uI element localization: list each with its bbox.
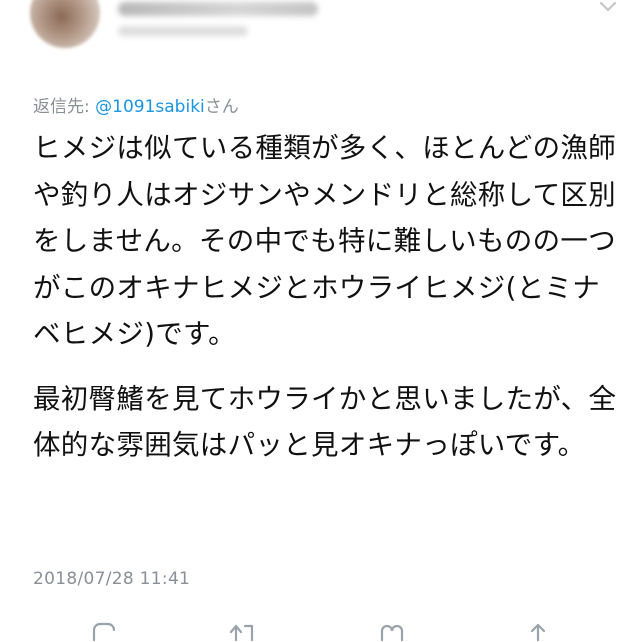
- tweet-timestamp[interactable]: 2018/07/28 11:41: [33, 569, 190, 589]
- chevron-down-icon[interactable]: [598, 0, 618, 18]
- tweet-header: [0, 0, 640, 66]
- tweet-paragraph: ヒメジは似ている種類が多く、ほとんどの漁師や釣り人はオジサンやメンドリと総称して…: [33, 132, 616, 350]
- reply-to-line: 返信先: @1091sabikiさん: [33, 92, 239, 117]
- heart-icon[interactable]: [378, 622, 408, 642]
- reply-to-suffix: さん: [204, 97, 239, 117]
- tweet-text: ヒメジは似ている種類が多く、ほとんどの漁師や釣り人はオジサンやメンドリと総称して…: [33, 125, 623, 469]
- username-blurred: [118, 26, 248, 36]
- display-name-blurred[interactable]: [118, 2, 318, 16]
- reply-to-label: 返信先:: [33, 97, 96, 117]
- reply-to-mention[interactable]: @1091sabiki: [95, 97, 205, 117]
- retweet-icon[interactable]: [228, 622, 258, 642]
- tweet-paragraph: 最初臀鰭を見てホウライかと思いましたが、全体的な雰囲気はパッと見オキナっぽいです…: [33, 382, 617, 462]
- action-bar: [0, 622, 640, 642]
- avatar[interactable]: [30, 0, 100, 48]
- share-icon[interactable]: [523, 622, 553, 642]
- reply-icon[interactable]: [88, 622, 118, 642]
